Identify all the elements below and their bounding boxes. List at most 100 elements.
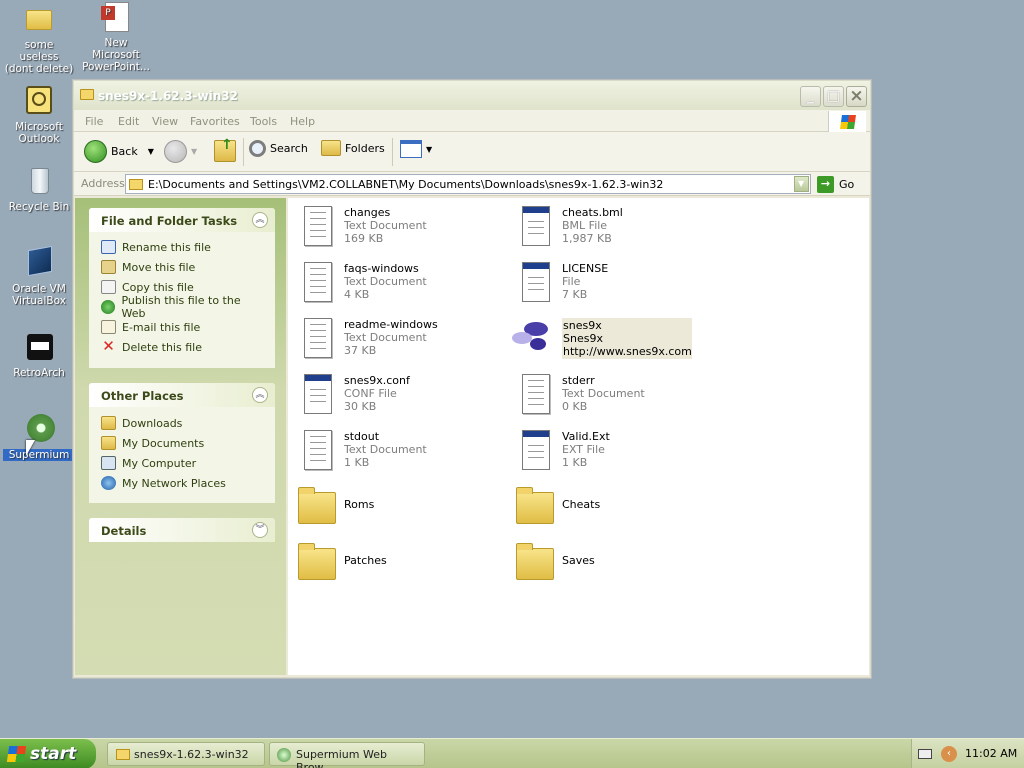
task-move[interactable]: Move this file bbox=[89, 257, 275, 277]
email-icon bbox=[101, 320, 116, 334]
powerpoint-file-icon: P bbox=[99, 2, 133, 34]
file-item[interactable]: stdout Text Document 1 KB bbox=[298, 428, 498, 478]
file-item[interactable]: snes9x.conf CONF File 30 KB bbox=[298, 372, 498, 422]
other-places-panel: Other Places ︽ Downloads My Documents My… bbox=[89, 383, 275, 503]
menu-edit[interactable]: Edit bbox=[118, 115, 139, 128]
taskbar-item-explorer[interactable]: snes9x-1.62.3-win32 bbox=[107, 742, 265, 766]
desktop-icon-outlook[interactable]: Microsoft Outlook bbox=[3, 86, 75, 145]
chevron-down-icon[interactable]: ▼ bbox=[148, 147, 154, 156]
recycle-bin-icon bbox=[22, 166, 56, 198]
file-item[interactable]: faqs-windows Text Document 4 KB bbox=[298, 260, 498, 310]
file-item[interactable]: Valid.Ext EXT File 1 KB bbox=[516, 428, 716, 478]
place-my-computer[interactable]: My Computer bbox=[89, 453, 275, 473]
retroarch-icon bbox=[22, 332, 56, 364]
folder-icon bbox=[116, 749, 130, 760]
desktop-icon-folder[interactable]: some useless (dont delete) bbox=[3, 4, 75, 75]
task-rename[interactable]: Rename this file bbox=[89, 237, 275, 257]
desktop-icon-powerpoint[interactable]: P New Microsoft PowerPoint... bbox=[80, 2, 152, 73]
forward-button[interactable]: ▼ bbox=[164, 140, 197, 163]
move-icon bbox=[101, 260, 116, 274]
collapse-chevron-icon[interactable]: ︽ bbox=[252, 387, 268, 403]
file-item[interactable]: readme-windows Text Document 37 KB bbox=[298, 316, 498, 366]
task-publish[interactable]: Publish this file to the Web bbox=[89, 294, 275, 320]
keyboard-icon[interactable] bbox=[918, 749, 932, 759]
folder-item[interactable]: Patches bbox=[298, 540, 498, 590]
folder-icon bbox=[129, 179, 143, 190]
panel-header[interactable]: Other Places ︽ bbox=[89, 383, 275, 407]
panel-header[interactable]: File and Folder Tasks ︽ bbox=[89, 208, 275, 232]
generic-file-icon bbox=[298, 372, 336, 418]
file-item[interactable]: changes Text Document 169 KB bbox=[298, 204, 498, 254]
up-folder-button[interactable]: ↑ bbox=[214, 137, 236, 162]
text-document-icon bbox=[298, 260, 336, 306]
text-document-icon bbox=[516, 372, 554, 418]
place-network[interactable]: My Network Places bbox=[89, 473, 275, 493]
views-button[interactable]: ▼ bbox=[400, 140, 432, 158]
file-item[interactable]: stderr Text Document 0 KB bbox=[516, 372, 716, 422]
go-button[interactable]: → Go bbox=[817, 176, 854, 193]
text-document-icon bbox=[298, 428, 336, 474]
back-button[interactable]: Back ▼ bbox=[84, 140, 154, 163]
window-title: snes9x-1.62.3-win32 bbox=[98, 89, 238, 103]
menu-help[interactable]: Help bbox=[290, 115, 315, 128]
menu-file[interactable]: File bbox=[85, 115, 103, 128]
folder-item[interactable]: Roms bbox=[298, 484, 498, 534]
expand-chevron-icon[interactable]: ︾ bbox=[252, 522, 268, 538]
collapse-chevron-icon[interactable]: ︽ bbox=[252, 212, 268, 228]
up-folder-icon: ↑ bbox=[214, 137, 236, 162]
my-documents-icon bbox=[101, 436, 116, 450]
file-item[interactable]: cheats.bml BML File 1,987 KB bbox=[516, 204, 716, 254]
minimize-button[interactable]: _ bbox=[800, 86, 821, 107]
menu-favorites[interactable]: Favorites bbox=[190, 115, 240, 128]
outlook-icon bbox=[22, 86, 56, 118]
task-email[interactable]: E-mail this file bbox=[89, 317, 275, 337]
taskbar-item-supermium[interactable]: Supermium Web Brow... bbox=[269, 742, 425, 768]
close-button[interactable]: × bbox=[846, 86, 867, 107]
desktop-icon-virtualbox[interactable]: Oracle VM VirtualBox bbox=[3, 245, 75, 307]
folders-icon bbox=[321, 140, 341, 156]
folders-button[interactable]: Folders bbox=[321, 140, 385, 156]
generic-file-icon bbox=[516, 260, 554, 306]
explorer-window: snes9x-1.62.3-win32 _ □ × File Edit View… bbox=[73, 80, 871, 678]
folder-icon bbox=[516, 484, 554, 530]
clock: 11:02 AM bbox=[965, 747, 1018, 760]
globe-icon bbox=[101, 300, 116, 314]
task-delete[interactable]: ✕ Delete this file bbox=[89, 337, 275, 357]
maximize-button[interactable]: □ bbox=[823, 86, 844, 107]
delete-x-icon: ✕ bbox=[102, 337, 115, 355]
snes9x-app-icon bbox=[512, 316, 550, 362]
menu-view[interactable]: View bbox=[152, 115, 178, 128]
title-bar[interactable]: snes9x-1.62.3-win32 _ □ × bbox=[74, 81, 870, 110]
panel-header[interactable]: Details ︾ bbox=[89, 518, 275, 542]
back-arrow-icon bbox=[84, 140, 107, 163]
network-icon bbox=[101, 476, 116, 490]
toolbar: Back ▼ ▼ ↑ Search Folders ▼ bbox=[74, 132, 870, 172]
go-arrow-icon: → bbox=[817, 176, 834, 193]
folder-item[interactable]: Saves bbox=[516, 540, 716, 590]
place-my-documents[interactable]: My Documents bbox=[89, 433, 275, 453]
place-downloads[interactable]: Downloads bbox=[89, 413, 275, 433]
text-document-icon bbox=[298, 316, 336, 362]
folder-item[interactable]: Cheats bbox=[516, 484, 716, 534]
details-panel: Details ︾ bbox=[89, 518, 275, 542]
text-document-icon bbox=[298, 204, 336, 250]
desktop-icon-supermium[interactable]: Supermium bbox=[3, 414, 75, 461]
desktop-icon-retroarch[interactable]: RetroArch bbox=[3, 332, 75, 379]
address-dropdown-button[interactable]: ▼ bbox=[794, 176, 809, 192]
folder-icon bbox=[101, 416, 116, 430]
address-bar: Address E:\Documents and Settings\VM2.CO… bbox=[74, 172, 870, 196]
supermium-icon bbox=[277, 748, 291, 762]
windows-logo-icon bbox=[828, 111, 866, 133]
file-item[interactable]: LICENSE File 7 KB bbox=[516, 260, 716, 310]
start-button[interactable]: start bbox=[0, 739, 96, 768]
desktop-icon-recycle-bin[interactable]: Recycle Bin bbox=[3, 166, 75, 213]
chevron-down-icon: ▼ bbox=[191, 147, 198, 156]
menu-tools[interactable]: Tools bbox=[250, 115, 277, 128]
menu-bar: File Edit View Favorites Tools Help bbox=[74, 110, 870, 133]
folder-icon bbox=[298, 484, 336, 530]
show-hidden-icons-button[interactable]: ‹ bbox=[941, 746, 957, 762]
address-input[interactable]: E:\Documents and Settings\VM2.COLLABNET\… bbox=[125, 174, 811, 194]
search-button[interactable]: Search bbox=[249, 140, 308, 157]
file-item-selected[interactable]: snes9x Snes9x http://www.snes9x.com bbox=[512, 316, 712, 366]
folder-icon bbox=[298, 540, 336, 586]
